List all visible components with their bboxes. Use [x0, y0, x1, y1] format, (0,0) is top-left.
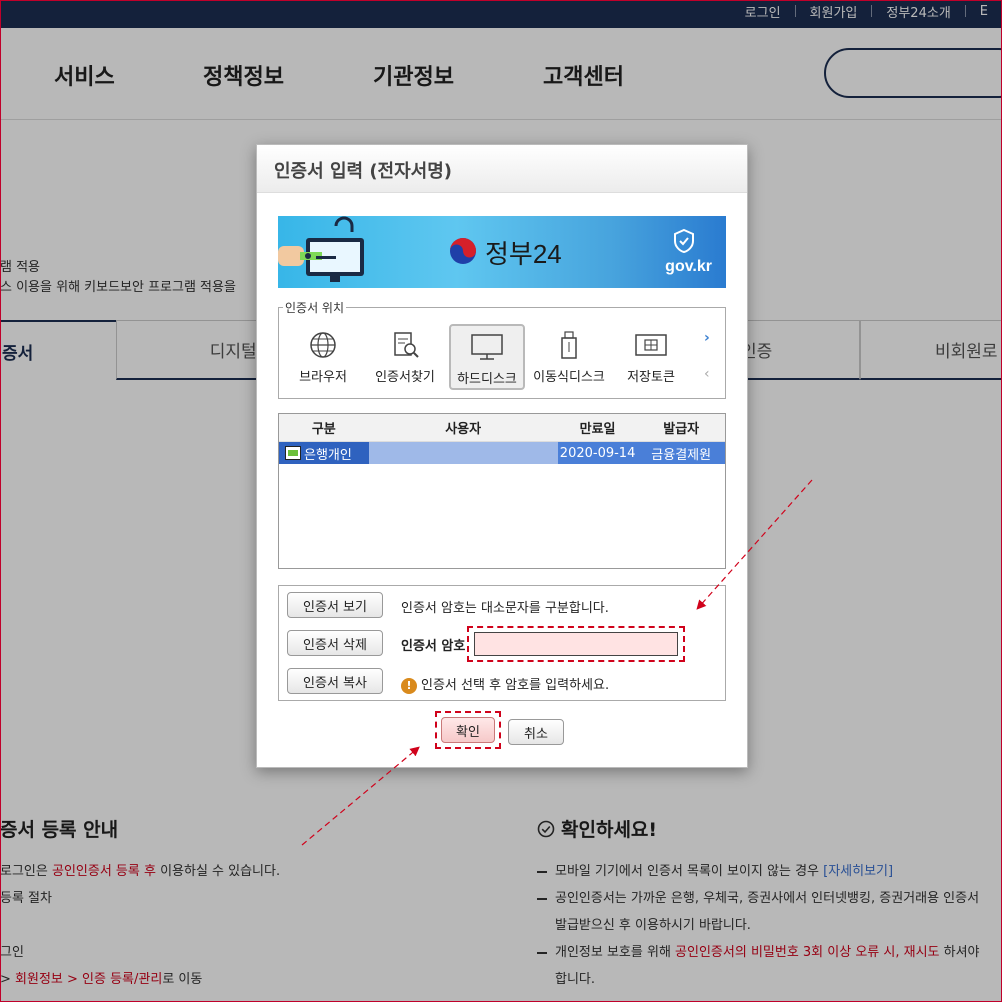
- cert-type-cell: 은행개인: [279, 442, 369, 464]
- table-header: 구분 사용자 만료일 발급자: [279, 414, 725, 442]
- certificate-location-group: 인증서 위치 브라우저 인증서찾기 하드디스크 이동식디스크 저장토큰 › ‹: [278, 299, 726, 399]
- location-removable-disk[interactable]: 이동식디스크: [531, 324, 607, 390]
- password-highlight: [467, 626, 685, 662]
- column-header: 사용자: [445, 422, 482, 437]
- chevron-left-icon[interactable]: ‹: [704, 366, 710, 382]
- usb-drive-icon: [561, 331, 577, 359]
- warning-note: ! 인증서 선택 후 암호를 입력하세요.: [401, 674, 609, 694]
- location-legend: 인증서 위치: [283, 299, 347, 316]
- location-label: 브라우저: [299, 370, 347, 385]
- gov24-logo-text: 정부24: [485, 239, 562, 269]
- lock-key-illustration: [278, 216, 364, 282]
- location-label: 저장토큰: [627, 370, 675, 385]
- dialog-title: 인증서 입력 (전자서명): [257, 145, 747, 193]
- certificate-list: 구분 사용자 만료일 발급자 은행개인 2020-09-14 금융결제원: [278, 413, 726, 569]
- cell-text: 은행개인: [304, 447, 352, 463]
- gov24-banner: 정부24 gov.kr: [278, 216, 726, 288]
- location-label: 이동식디스크: [533, 370, 605, 385]
- column-header: 발급자: [663, 422, 700, 437]
- warning-text: 인증서 선택 후 암호를 입력하세요.: [421, 678, 610, 693]
- password-label: 인증서 암호: [401, 639, 466, 654]
- cancel-button[interactable]: 취소: [508, 719, 564, 745]
- certificate-icon: [285, 446, 301, 460]
- password-input[interactable]: [474, 632, 678, 656]
- location-browser[interactable]: 브라우저: [285, 324, 361, 390]
- cert-expiry-cell: 2020-09-14: [559, 445, 636, 461]
- case-sensitive-note: 인증서 암호는 대소문자를 구분합니다.: [401, 601, 609, 616]
- chevron-right-icon[interactable]: ›: [704, 330, 710, 346]
- copy-certificate-button[interactable]: 인증서 복사: [287, 668, 383, 694]
- monitor-icon: [471, 334, 503, 360]
- column-header: 구분: [311, 422, 336, 437]
- cert-issuer-cell: 금융결제원: [651, 447, 712, 463]
- gov-domain: gov.kr: [665, 258, 712, 275]
- cert-user-cell: [368, 442, 558, 464]
- table-row[interactable]: 은행개인 2020-09-14 금융결제원: [279, 442, 725, 464]
- location-label: 하드디스크: [457, 372, 517, 387]
- ok-button[interactable]: 확인: [441, 717, 495, 743]
- taegeuk-logo-icon: [450, 238, 476, 264]
- exclamation-icon: !: [401, 677, 417, 694]
- location-hard-disk[interactable]: 하드디스크: [449, 324, 525, 390]
- location-label: 인증서찾기: [375, 370, 435, 385]
- shield-check-icon: [674, 228, 694, 254]
- view-certificate-button[interactable]: 인증서 보기: [287, 592, 383, 618]
- find-certificate-icon: [394, 332, 419, 358]
- ok-highlight: 확인: [435, 711, 501, 749]
- password-section: 인증서 보기 인증서 삭제 인증서 복사 인증서 암호는 대소문자를 구분합니다…: [278, 585, 726, 701]
- smart-card-icon: [635, 334, 667, 356]
- delete-certificate-button[interactable]: 인증서 삭제: [287, 630, 383, 656]
- column-header: 만료일: [579, 422, 616, 437]
- location-security-token[interactable]: 저장토큰: [613, 324, 689, 390]
- certificate-dialog: 인증서 입력 (전자서명) 정부24 gov.kr 인증서 위치 브라우저 인증…: [256, 144, 748, 768]
- location-find-cert[interactable]: 인증서찾기: [367, 324, 443, 390]
- globe-icon: [310, 332, 336, 358]
